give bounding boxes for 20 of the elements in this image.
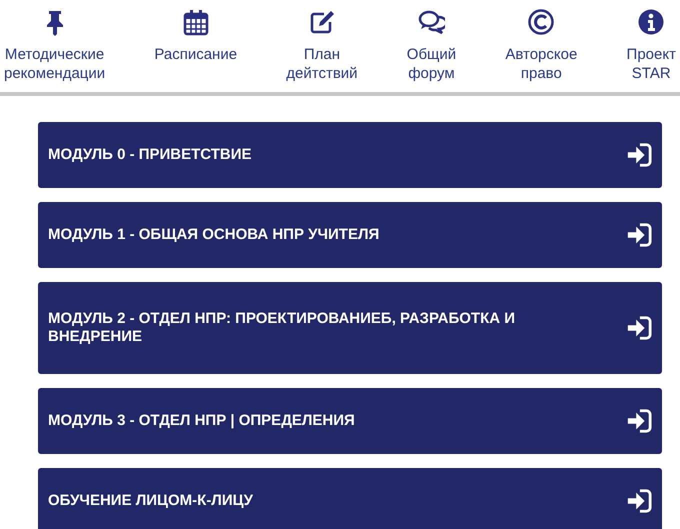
nav-link[interactable]: Проект STAR [622, 8, 680, 92]
nav-link[interactable]: План дейтствий [282, 8, 362, 92]
sign-in-icon [626, 315, 652, 341]
nav-link[interactable]: Методические рекомендации [0, 8, 110, 92]
module-button[interactable]: МОДУЛЬ 3 - ОТДЕЛ НПР | ОПРЕДЕЛЕНИЯ [38, 388, 662, 454]
calendar-icon [182, 8, 210, 36]
module-button[interactable]: ОБУЧЕНИЕ ЛИЦОМ-К-ЛИЦУ [38, 468, 662, 529]
nav-link[interactable]: Авторское право [501, 8, 582, 92]
sign-in-icon [626, 142, 652, 168]
sign-in-icon [626, 408, 652, 434]
module-button[interactable]: МОДУЛЬ 0 - ПРИВЕТСТВИЕ [38, 122, 662, 188]
sign-in-icon [626, 488, 652, 514]
sign-in-icon [626, 222, 652, 248]
module-button[interactable]: МОДУЛЬ 2 - ОТДЕЛ НПР: ПРОЕКТИРОВАНИЕБ, РАЗРАБОТКА И ВНЕДРЕНИЕ [38, 282, 662, 374]
nav-link[interactable]: Общий форум [402, 8, 460, 92]
chat-icon [417, 8, 446, 36]
module-button[interactable]: МОДУЛЬ 1 - ОБЩАЯ ОСНОВА НПР УЧИТЕЛЯ [38, 202, 662, 268]
info-icon [637, 8, 666, 36]
copyright-icon [527, 8, 556, 36]
nav-link[interactable]: Расписание [150, 8, 242, 92]
